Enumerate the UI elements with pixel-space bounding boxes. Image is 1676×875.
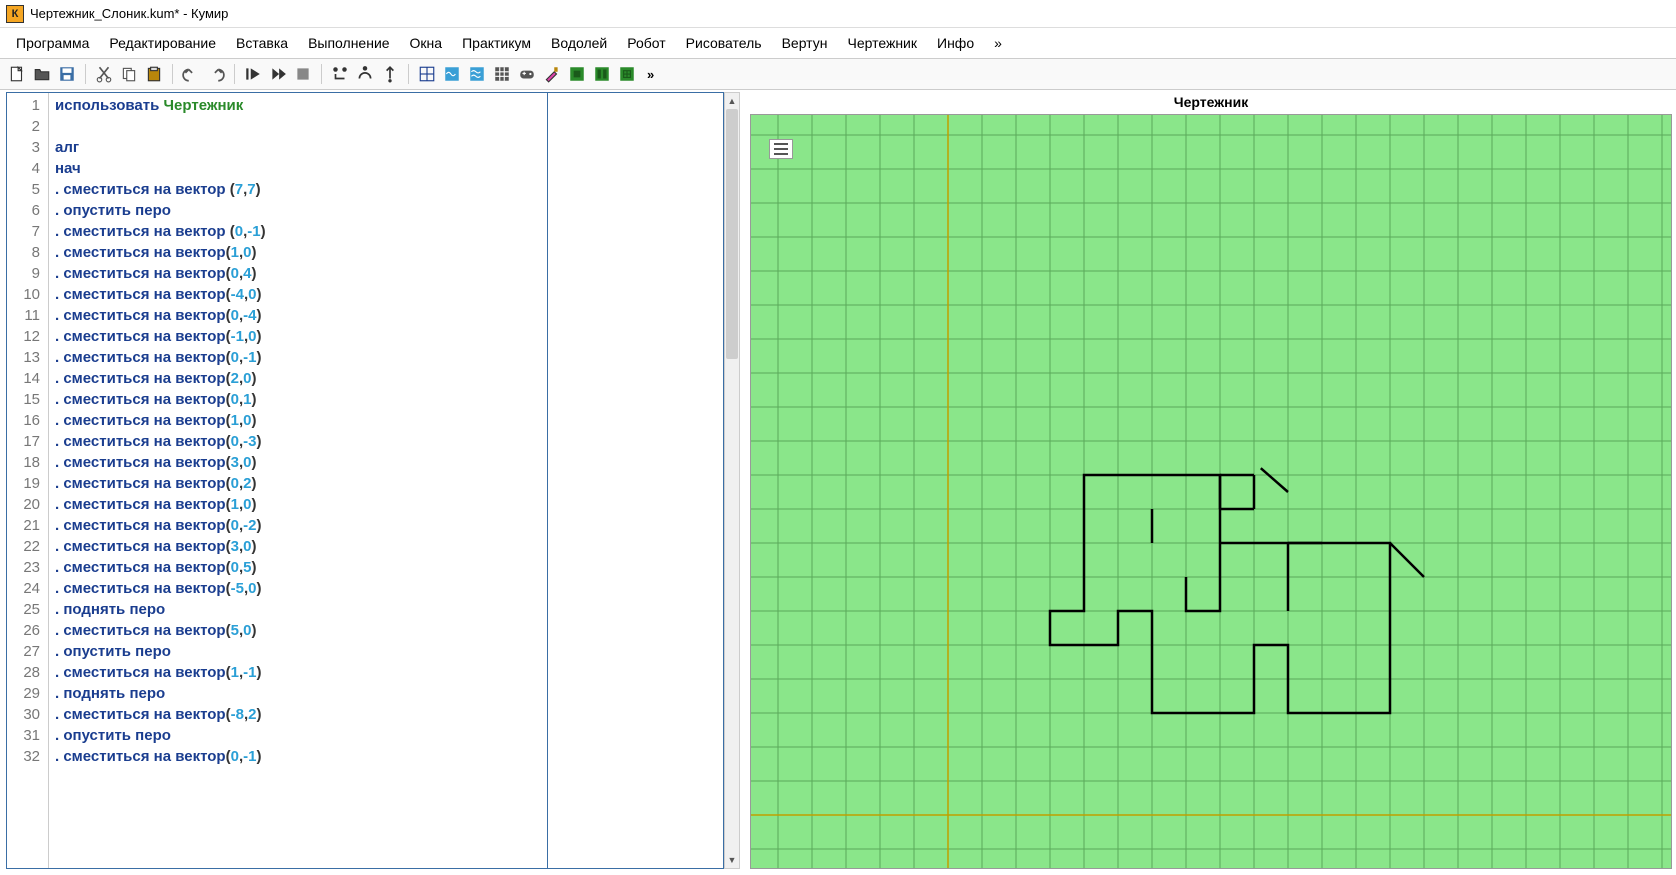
drawing-canvas[interactable]	[750, 114, 1672, 869]
debug-step-over-icon[interactable]	[354, 63, 376, 85]
stop-icon[interactable]	[292, 63, 314, 85]
toolbar-overflow-icon[interactable]: »	[641, 67, 660, 82]
paste-icon[interactable]	[143, 63, 165, 85]
menu-окна[interactable]: Окна	[400, 32, 453, 54]
menu-программа[interactable]: Программа	[6, 32, 99, 54]
canvas-svg	[751, 115, 1671, 868]
drawing-panel-title: Чертежник	[750, 90, 1672, 114]
menu-инфо[interactable]: Инфо	[927, 32, 984, 54]
separator	[234, 64, 235, 84]
separator	[408, 64, 409, 84]
debug-step-into-icon[interactable]	[329, 63, 351, 85]
vertical-scrollbar[interactable]: ▲ ▼	[724, 92, 740, 869]
menu-выполнение[interactable]: Выполнение	[298, 32, 399, 54]
separator	[85, 64, 86, 84]
save-file-icon[interactable]	[56, 63, 78, 85]
code-editor[interactable]: 1234567891011121314151617181920212223242…	[6, 92, 724, 869]
redo-icon[interactable]	[205, 63, 227, 85]
code-area[interactable]: использовать Чертежникалгнач. сместиться…	[49, 93, 723, 868]
scroll-up-icon[interactable]: ▲	[725, 93, 739, 109]
tool-paint-icon[interactable]	[541, 63, 563, 85]
open-file-icon[interactable]	[31, 63, 53, 85]
menu-практикум[interactable]: Практикум	[452, 32, 541, 54]
separator	[172, 64, 173, 84]
menu-чертежник[interactable]: Чертежник	[837, 32, 927, 54]
tool-green3-icon[interactable]	[616, 63, 638, 85]
undo-icon[interactable]	[180, 63, 202, 85]
cut-icon[interactable]	[93, 63, 115, 85]
toolbar: »	[0, 59, 1676, 90]
scroll-down-icon[interactable]: ▼	[725, 852, 739, 868]
menu-редактирование[interactable]: Редактирование	[99, 32, 226, 54]
tool-wave-icon[interactable]	[441, 63, 463, 85]
menu-рисователь[interactable]: Рисователь	[676, 32, 772, 54]
line-gutter: 1234567891011121314151617181920212223242…	[7, 93, 49, 868]
new-file-icon[interactable]	[6, 63, 28, 85]
scroll-thumb[interactable]	[726, 109, 738, 359]
tool-green1-icon[interactable]	[566, 63, 588, 85]
app-icon: К	[6, 5, 24, 23]
workspace: 1234567891011121314151617181920212223242…	[0, 90, 1676, 871]
menu-вставка[interactable]: Вставка	[226, 32, 298, 54]
window-title: Чертежник_Слоник.kum* - Кумир	[30, 6, 228, 21]
menu-водолей[interactable]: Водолей	[541, 32, 617, 54]
tool-grid-icon[interactable]	[416, 63, 438, 85]
separator	[321, 64, 322, 84]
copy-icon[interactable]	[118, 63, 140, 85]
scroll-track[interactable]	[725, 109, 739, 852]
menu-вертун[interactable]: Вертун	[772, 32, 838, 54]
run-icon[interactable]	[242, 63, 264, 85]
menubar: ПрограммаРедактированиеВставкаВыполнение…	[0, 28, 1676, 59]
tool-grid4-icon[interactable]	[491, 63, 513, 85]
titlebar: К Чертежник_Слоник.kum* - Кумир	[0, 0, 1676, 28]
editor-divider	[547, 93, 548, 868]
tool-wave2-icon[interactable]	[466, 63, 488, 85]
menu-робот[interactable]: Робот	[617, 32, 675, 54]
debug-step-out-icon[interactable]	[379, 63, 401, 85]
menu-»[interactable]: »	[984, 32, 1012, 54]
step-icon[interactable]	[267, 63, 289, 85]
tool-green2-icon[interactable]	[591, 63, 613, 85]
drawing-panel: Чертежник	[750, 90, 1672, 869]
canvas-menu-icon[interactable]	[769, 139, 793, 159]
tool-game-icon[interactable]	[516, 63, 538, 85]
